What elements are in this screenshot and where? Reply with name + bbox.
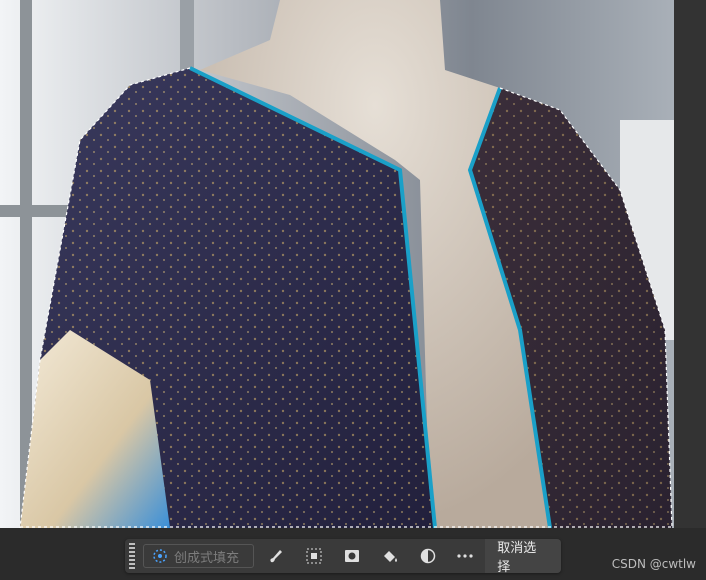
- adjustment-icon: [420, 548, 435, 564]
- fill-bucket-icon: [383, 551, 397, 562]
- generative-fill-button[interactable]: 创成式填充: [142, 544, 255, 568]
- drag-handle[interactable]: [129, 543, 135, 569]
- invert-selection-icon: [306, 548, 322, 564]
- photo-canvas[interactable]: [0, 0, 674, 528]
- deselect-button[interactable]: 取消选择: [485, 539, 561, 575]
- watermark-text: CSDN @cwtlw: [611, 557, 696, 571]
- adjustment-button[interactable]: [412, 542, 444, 570]
- brush-icon: [270, 550, 283, 563]
- right-panel-edge: [674, 0, 706, 528]
- brush-button[interactable]: [260, 542, 292, 570]
- generative-fill-label: 创成式填充: [173, 550, 239, 566]
- more-icon: [457, 554, 473, 558]
- contextual-task-bar: 创成式填充 取消选择: [125, 539, 561, 575]
- more-options-button[interactable]: [449, 542, 481, 570]
- photo-image: [0, 0, 674, 528]
- mask-icon: [344, 550, 359, 562]
- mask-button[interactable]: [336, 542, 368, 570]
- fill-bucket-button[interactable]: [374, 542, 406, 570]
- invert-selection-button[interactable]: [298, 542, 330, 570]
- generative-fill-icon: [153, 549, 167, 563]
